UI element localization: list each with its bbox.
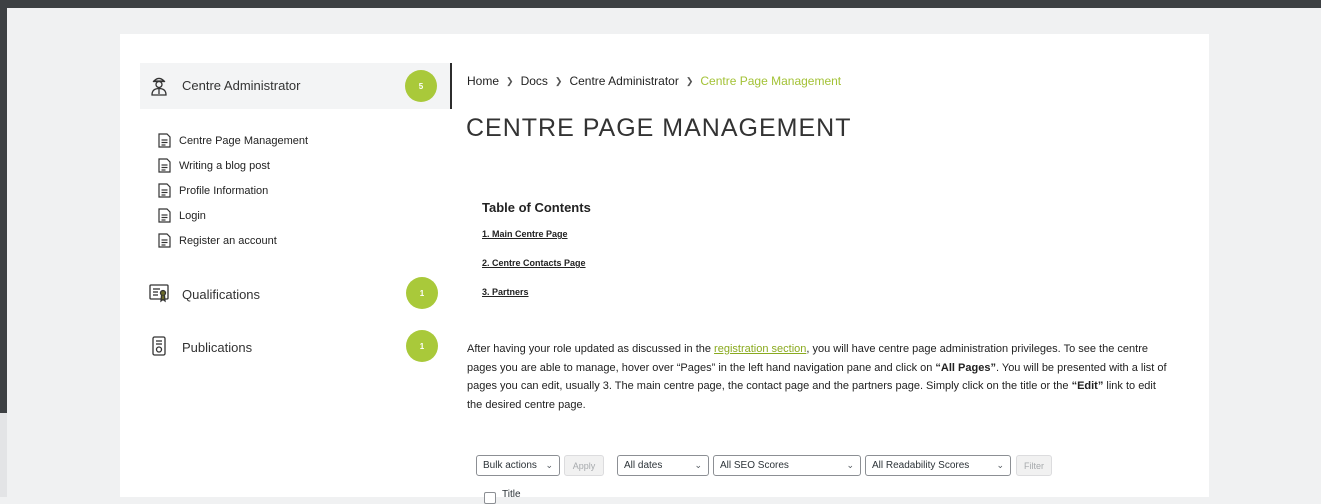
certificate-icon xyxy=(148,282,170,304)
sidebar-section-label: Qualifications xyxy=(182,287,261,302)
count-badge: 1 xyxy=(406,330,438,362)
sidebar-item-profile-information[interactable]: Profile Information xyxy=(158,178,308,203)
document-stack-icon xyxy=(148,335,170,357)
document-icon xyxy=(158,183,171,198)
document-icon xyxy=(158,233,171,248)
document-icon xyxy=(158,158,171,173)
title-column-header: Title xyxy=(502,489,521,500)
breadcrumb-home[interactable]: Home xyxy=(467,74,499,88)
seo-scores-select[interactable]: All SEO Scores ⌄ xyxy=(713,455,861,476)
sidebar-page-list: Centre Page Management Writing a blog po… xyxy=(158,128,308,253)
sidebar-section-label: Publications xyxy=(182,340,253,355)
page-title: CENTRE PAGE MANAGEMENT xyxy=(466,114,852,142)
breadcrumb: Home ❯ Docs ❯ Centre Administrator ❯ Cen… xyxy=(467,74,841,88)
bulk-actions-select[interactable]: Bulk actions ⌄ xyxy=(476,455,560,476)
select-value: All dates xyxy=(624,460,663,471)
sidebar-item-label: Writing a blog post xyxy=(179,159,270,172)
sidebar-item-register-an-account[interactable]: Register an account xyxy=(158,228,308,253)
top-frame-bar xyxy=(0,0,1321,8)
sidebar-item-label: Register an account xyxy=(179,234,277,247)
count-badge: 5 xyxy=(405,70,437,102)
sidebar-item-writing-a-blog-post[interactable]: Writing a blog post xyxy=(158,153,308,178)
breadcrumb-centre-administrator[interactable]: Centre Administrator xyxy=(569,74,678,88)
body-paragraph: After having your role updated as discus… xyxy=(467,340,1167,414)
registration-section-link[interactable]: registration section xyxy=(714,343,806,355)
readability-scores-select[interactable]: All Readability Scores ⌄ xyxy=(865,455,1011,476)
chevron-right-icon: ❯ xyxy=(554,75,563,86)
toc-link-partners[interactable]: 3. Partners xyxy=(482,287,529,297)
administrator-icon xyxy=(148,75,170,97)
select-value: All SEO Scores xyxy=(720,460,789,471)
bold-text: “All Pages” xyxy=(935,361,996,374)
chevron-right-icon: ❯ xyxy=(685,75,694,86)
count-badge: 1 xyxy=(406,277,438,309)
sidebar-item-label: Centre Page Management xyxy=(179,134,309,147)
select-all-checkbox[interactable] xyxy=(484,492,496,504)
dates-select[interactable]: All dates ⌄ xyxy=(617,455,709,476)
apply-button[interactable]: Apply xyxy=(564,455,604,476)
document-icon xyxy=(158,208,171,223)
toc-heading: Table of Contents xyxy=(482,200,591,215)
left-frame-bar-lower xyxy=(0,413,7,497)
breadcrumb-current: Centre Page Management xyxy=(700,74,842,88)
breadcrumb-docs[interactable]: Docs xyxy=(521,74,548,88)
toc-link-centre-contacts-page[interactable]: 2. Centre Contacts Page xyxy=(482,258,586,268)
sidebar-item-centre-page-management[interactable]: Centre Page Management xyxy=(158,128,308,153)
sidebar-item-label: Profile Information xyxy=(179,184,269,197)
sidebar-item-login[interactable]: Login xyxy=(158,203,308,228)
select-value: All Readability Scores xyxy=(872,460,970,471)
chevron-right-icon: ❯ xyxy=(506,75,514,86)
chevron-down-icon: ⌄ xyxy=(694,460,702,470)
filter-button[interactable]: Filter xyxy=(1016,455,1052,476)
chevron-down-icon: ⌄ xyxy=(545,460,553,470)
sidebar-item-label: Login xyxy=(179,209,206,222)
chevron-down-icon: ⌄ xyxy=(996,460,1004,470)
bold-text: “Edit” xyxy=(1071,380,1104,392)
document-icon xyxy=(158,133,171,148)
text-run: After having your role updated as discus… xyxy=(467,343,715,355)
section-divider xyxy=(450,63,452,109)
chevron-down-icon: ⌄ xyxy=(846,460,854,470)
left-frame-bar xyxy=(0,8,7,413)
sidebar-section-label: Centre Administrator xyxy=(182,78,301,93)
toc-link-main-centre-page[interactable]: 1. Main Centre Page xyxy=(482,229,568,239)
select-value: Bulk actions xyxy=(483,460,537,471)
